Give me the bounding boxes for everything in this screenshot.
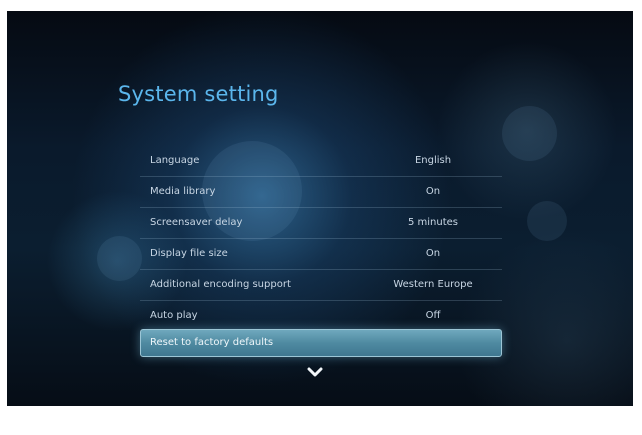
background-bokeh xyxy=(527,201,567,241)
setting-value: On xyxy=(425,248,441,259)
setting-value: 5 minutes xyxy=(407,217,459,228)
background-bokeh xyxy=(97,236,142,281)
setting-label: Language xyxy=(150,155,200,166)
setting-label: Display file size xyxy=(150,248,228,259)
setting-label: Screensaver delay xyxy=(150,217,243,228)
setting-row-auto-play[interactable]: Auto play Off xyxy=(140,301,502,331)
setting-value: English xyxy=(414,155,452,166)
setting-label: Media library xyxy=(150,186,216,197)
background-bokeh xyxy=(502,106,557,161)
setting-row-screensaver-delay[interactable]: Screensaver delay 5 minutes xyxy=(140,208,502,239)
reset-label: Reset to factory defaults xyxy=(150,337,274,348)
reset-factory-defaults-button[interactable]: Reset to factory defaults xyxy=(140,329,502,357)
setting-label: Additional encoding support xyxy=(150,279,291,290)
setting-label: Auto play xyxy=(150,310,198,321)
setting-value: Western Europe xyxy=(393,279,473,290)
page-title: System setting xyxy=(118,82,279,106)
setting-row-additional-encoding[interactable]: Additional encoding support Western Euro… xyxy=(140,270,502,301)
setting-value: On xyxy=(425,186,441,197)
setting-value: Off xyxy=(425,310,441,321)
setting-row-language[interactable]: Language English xyxy=(140,146,502,177)
setting-row-display-file-size[interactable]: Display file size On xyxy=(140,239,502,270)
chevron-down-icon[interactable] xyxy=(307,366,323,378)
setting-row-media-library[interactable]: Media library On xyxy=(140,177,502,208)
